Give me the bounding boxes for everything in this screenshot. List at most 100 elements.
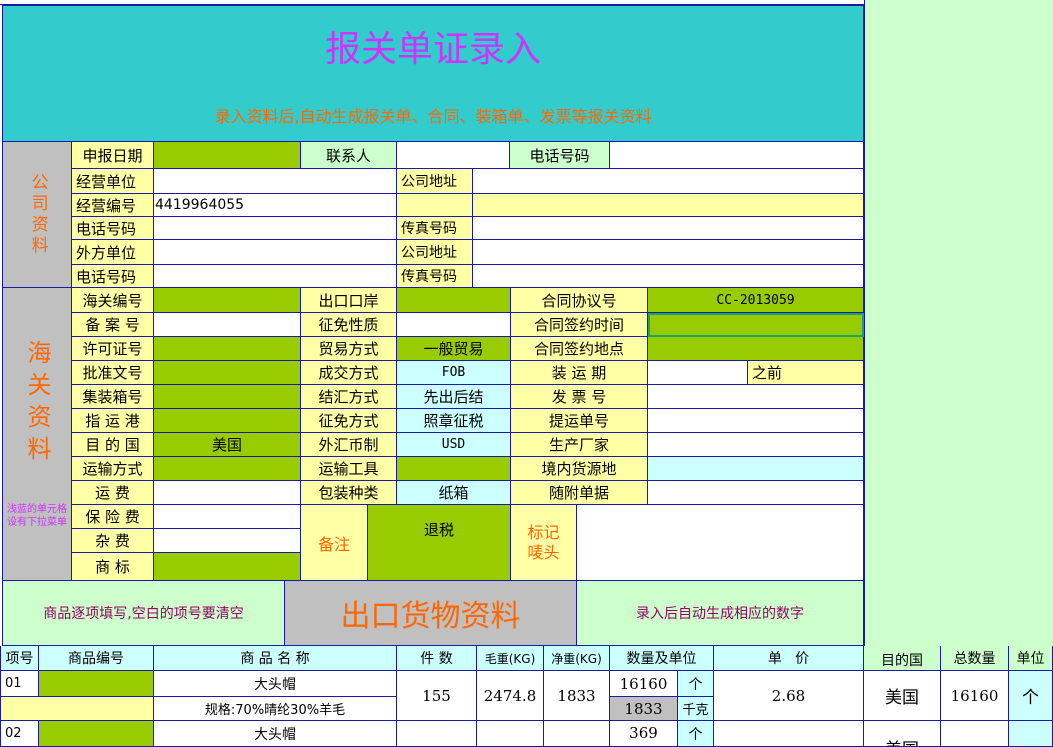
row1-spec-left[interactable] <box>0 697 154 721</box>
row2-price[interactable] <box>714 721 864 747</box>
customs-label-1: 海关编号 <box>72 288 154 313</box>
fax-label: 传真号码 <box>397 217 473 240</box>
customs-input-b-7[interactable]: USD <box>397 433 511 457</box>
row2-pieces[interactable] <box>397 721 477 747</box>
row2-qty1[interactable]: 369 <box>610 721 678 747</box>
customs-input-b-5[interactable]: 先出后结 <box>397 385 511 409</box>
customs-input-b-9[interactable]: 纸箱 <box>397 481 511 505</box>
declare-date-input[interactable] <box>154 142 301 169</box>
customs-input-c-8[interactable] <box>648 457 864 481</box>
customs-input-c-7[interactable] <box>648 433 864 457</box>
operator-label: 经营单位 <box>72 169 154 194</box>
customs-input-8[interactable] <box>154 457 301 481</box>
customs-input-1[interactable] <box>154 288 301 313</box>
company-addr-label: 公司地址 <box>397 169 473 194</box>
row1-item-no[interactable]: 01 <box>0 671 39 697</box>
row2-name[interactable]: 大头帽 <box>154 721 397 747</box>
customs-input-c-6[interactable] <box>648 409 864 433</box>
operator-code-extra2[interactable] <box>473 194 864 217</box>
company-addr2-input[interactable] <box>473 240 864 265</box>
phone2-label: 电话号码 <box>72 217 154 240</box>
th-net: 净重(KG) <box>544 646 610 671</box>
customs-label-b-4: 成交方式 <box>301 361 397 385</box>
operator-input[interactable] <box>154 169 397 194</box>
mark-input[interactable] <box>577 505 864 581</box>
row1-unit: 个 <box>1009 671 1053 721</box>
customs-section-label: 海关资料 <box>2 288 72 581</box>
phone-label: 电话号码 <box>510 142 610 169</box>
brand-label: 商 标 <box>72 553 154 581</box>
row1-unit1[interactable]: 个 <box>678 671 714 697</box>
row2-total-qty <box>941 721 1009 747</box>
brand-input[interactable] <box>154 553 301 581</box>
remark-input[interactable]: 退税 <box>368 505 511 581</box>
operator-code-extra[interactable] <box>397 194 473 217</box>
th-total-qty: 总数量 <box>941 646 1009 671</box>
insurance-input[interactable] <box>154 505 301 529</box>
row2-net[interactable] <box>544 721 610 747</box>
fax-input[interactable] <box>473 217 864 240</box>
customs-input-7[interactable]: 美国 <box>154 433 301 457</box>
customs-label-b-2: 征免性质 <box>301 313 397 337</box>
row1-gross[interactable]: 2474.8 <box>477 671 544 721</box>
customs-input-5[interactable] <box>154 385 301 409</box>
goods-left-note: 商品逐项填写,空白的项号要清空 <box>2 581 285 646</box>
goods-right-note: 录入后自动生成相应的数字 <box>577 581 864 646</box>
goods-title: 出口货物资料 <box>285 581 577 646</box>
customs-input-c-9[interactable] <box>648 481 864 505</box>
declare-date-label: 申报日期 <box>72 142 154 169</box>
customs-input-3[interactable] <box>154 337 301 361</box>
row1-price[interactable]: 2.68 <box>714 671 864 721</box>
customs-input-b-8[interactable] <box>397 457 511 481</box>
contact-input[interactable] <box>397 142 510 169</box>
row2-dest: 美国 <box>864 721 941 747</box>
customs-input-4[interactable] <box>154 361 301 385</box>
customs-input-b-2[interactable] <box>397 313 511 337</box>
dropdown-note: 浅蓝的单元格设有下拉菜单 <box>7 504 67 528</box>
row1-name[interactable]: 大头帽 <box>154 671 397 697</box>
customs-label-4: 批准文号 <box>72 361 154 385</box>
customs-input-b-3[interactable]: 一般贸易 <box>397 337 511 361</box>
phone2-input[interactable] <box>154 217 397 240</box>
phone3-input[interactable] <box>154 265 397 288</box>
company-addr-input[interactable] <box>473 169 864 194</box>
row1-code[interactable] <box>39 671 154 697</box>
customs-label-c-8: 境内货源地 <box>511 457 648 481</box>
fax2-input[interactable] <box>473 265 864 288</box>
misc-label: 杂 费 <box>72 529 154 553</box>
row1-qty1[interactable]: 16160 <box>610 671 678 697</box>
foreign-unit-input[interactable] <box>154 240 397 265</box>
customs-input-b-1[interactable] <box>397 288 511 313</box>
customs-input-2[interactable] <box>154 313 301 337</box>
customs-input-c-1[interactable]: CC-2013059 <box>648 288 864 313</box>
customs-label-6: 指 运 港 <box>72 409 154 433</box>
operator-code-input[interactable]: 4419964055 <box>154 194 397 217</box>
customs-label-b-5: 结汇方式 <box>301 385 397 409</box>
row1-spec[interactable]: 规格:70%晴纶30%羊毛 <box>154 697 397 721</box>
remark-value: 退税 <box>423 521 454 539</box>
customs-input-b-4[interactable]: FOB <box>397 361 511 385</box>
row1-qty2: 1833 <box>610 697 678 721</box>
misc-input[interactable] <box>154 529 301 553</box>
row1-pieces[interactable]: 155 <box>397 671 477 721</box>
row1-unit2[interactable]: 千克 <box>678 697 714 721</box>
row2-gross[interactable] <box>477 721 544 747</box>
customs-input-b-6[interactable]: 照章征税 <box>397 409 511 433</box>
phone-input[interactable] <box>610 142 864 169</box>
customs-label-b-9: 包装种类 <box>301 481 397 505</box>
customs-input-c-3[interactable] <box>648 337 864 361</box>
row2-item-no[interactable]: 02 <box>0 721 39 747</box>
customs-input-c-5[interactable] <box>648 385 864 409</box>
row2-code[interactable] <box>39 721 154 747</box>
customs-label-c-4: 装 运 期 <box>511 361 648 385</box>
th-unit: 单位 <box>1009 646 1053 671</box>
row2-unit1[interactable]: 个 <box>678 721 714 747</box>
customs-input-9[interactable] <box>154 481 301 505</box>
customs-input-6[interactable] <box>154 409 301 433</box>
customs-label-3: 许可证号 <box>72 337 154 361</box>
insurance-label: 保 险 费 <box>72 505 154 529</box>
th-price: 单 价 <box>714 646 864 671</box>
row1-net[interactable]: 1833 <box>544 671 610 721</box>
customs-input-c-4[interactable] <box>648 361 748 385</box>
customs-input-c-2[interactable] <box>648 313 864 337</box>
